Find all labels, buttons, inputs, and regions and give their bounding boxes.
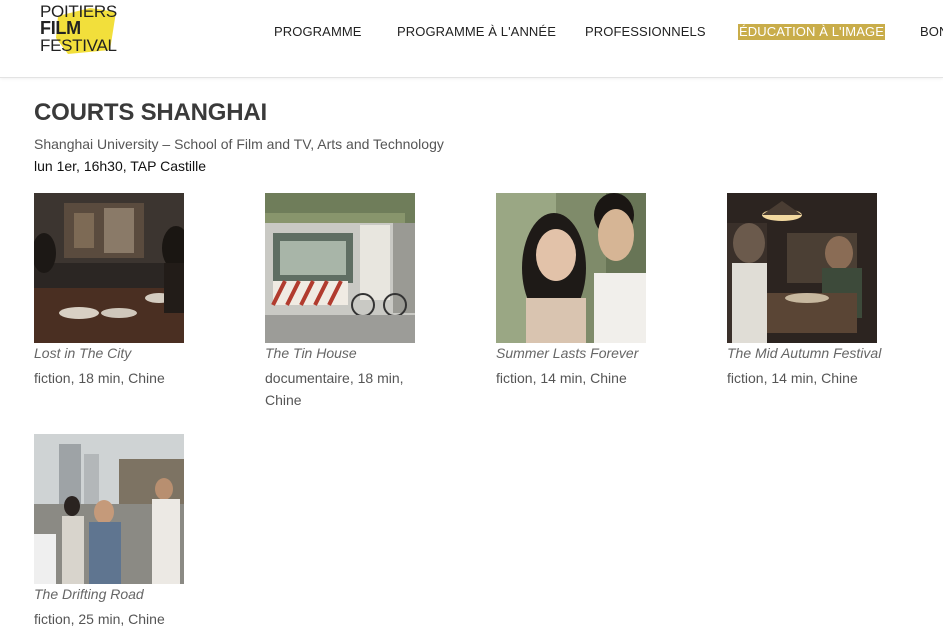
film-meta: fiction, 14 min, Chine <box>727 370 858 386</box>
film-title[interactable]: Summer Lasts Forever <box>496 345 638 361</box>
screening-schedule: lun 1er, 16h30, TAP Castille <box>34 158 206 174</box>
film-meta: documentaire, 18 min, Chine <box>265 370 404 408</box>
film-thumbnail-lost-in-the-city[interactable] <box>34 193 184 343</box>
school-subtitle: Shanghai University – School of Film and… <box>34 136 444 152</box>
nav-professionnels[interactable]: PROFESSIONNELS <box>585 24 706 40</box>
film-meta: fiction, 18 min, Chine <box>34 370 165 386</box>
film-meta: fiction, 25 min, Chine <box>34 611 165 627</box>
nav-programme[interactable]: PROGRAMME <box>274 24 362 40</box>
nav-programme-annee[interactable]: PROGRAMME À L'ANNÉE <box>397 24 556 40</box>
page-title: COURTS SHANGHAI <box>34 99 268 126</box>
film-title[interactable]: The Mid Autumn Festival <box>727 345 881 361</box>
film-thumbnail-the-mid-autumn-festival[interactable] <box>727 193 877 343</box>
film-thumbnail-summer-lasts-forever[interactable] <box>496 193 646 343</box>
film-title[interactable]: The Tin House <box>265 345 357 361</box>
main-nav: PROGRAMME PROGRAMME À L'ANNÉE PROFESSION… <box>0 24 943 44</box>
film-meta: fiction, 14 min, Chine <box>496 370 627 386</box>
film-thumbnail-the-tin-house[interactable] <box>265 193 415 343</box>
nav-education-image[interactable]: ÉDUCATION À L'IMAGE <box>738 24 885 40</box>
film-thumbnail-the-drifting-road[interactable] <box>34 434 184 584</box>
film-title[interactable]: Lost in The City <box>34 345 131 361</box>
site-header: POITIERS FILM FESTIVAL PROGRAMME PROGRAM… <box>0 0 943 78</box>
nav-bon[interactable]: BON <box>920 24 943 40</box>
film-title[interactable]: The Drifting Road <box>34 586 144 602</box>
